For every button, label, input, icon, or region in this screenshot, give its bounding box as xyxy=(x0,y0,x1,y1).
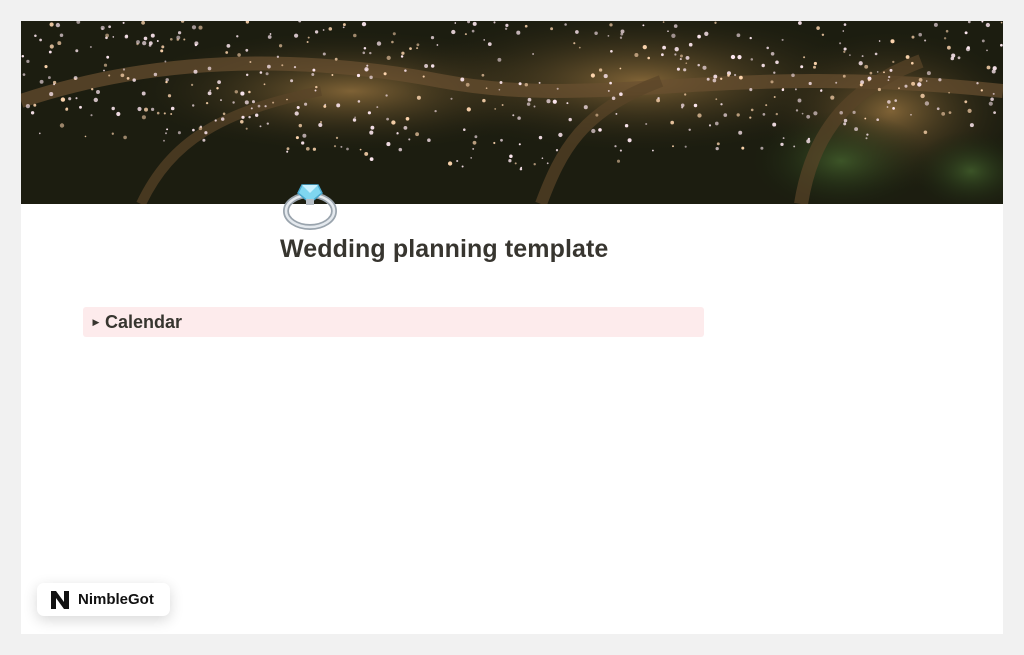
cover-image[interactable] xyxy=(21,21,1003,204)
cover-photo-trees-lights xyxy=(21,21,1003,204)
page-title: Wedding planning template xyxy=(280,235,609,263)
nimblegot-badge[interactable]: NimbleGot xyxy=(37,583,170,616)
triangle-right-icon[interactable]: ▶ xyxy=(88,317,104,328)
notion-page: Wedding planning template ▶ Calendar xyxy=(21,21,1003,634)
nimblegot-logo-icon xyxy=(48,587,72,612)
ring-icon[interactable] xyxy=(280,171,342,233)
badge-text: NimbleGot xyxy=(78,591,154,608)
toggle-label: Calendar xyxy=(105,311,183,332)
toggle-calendar[interactable]: ▶ Calendar xyxy=(83,307,704,337)
